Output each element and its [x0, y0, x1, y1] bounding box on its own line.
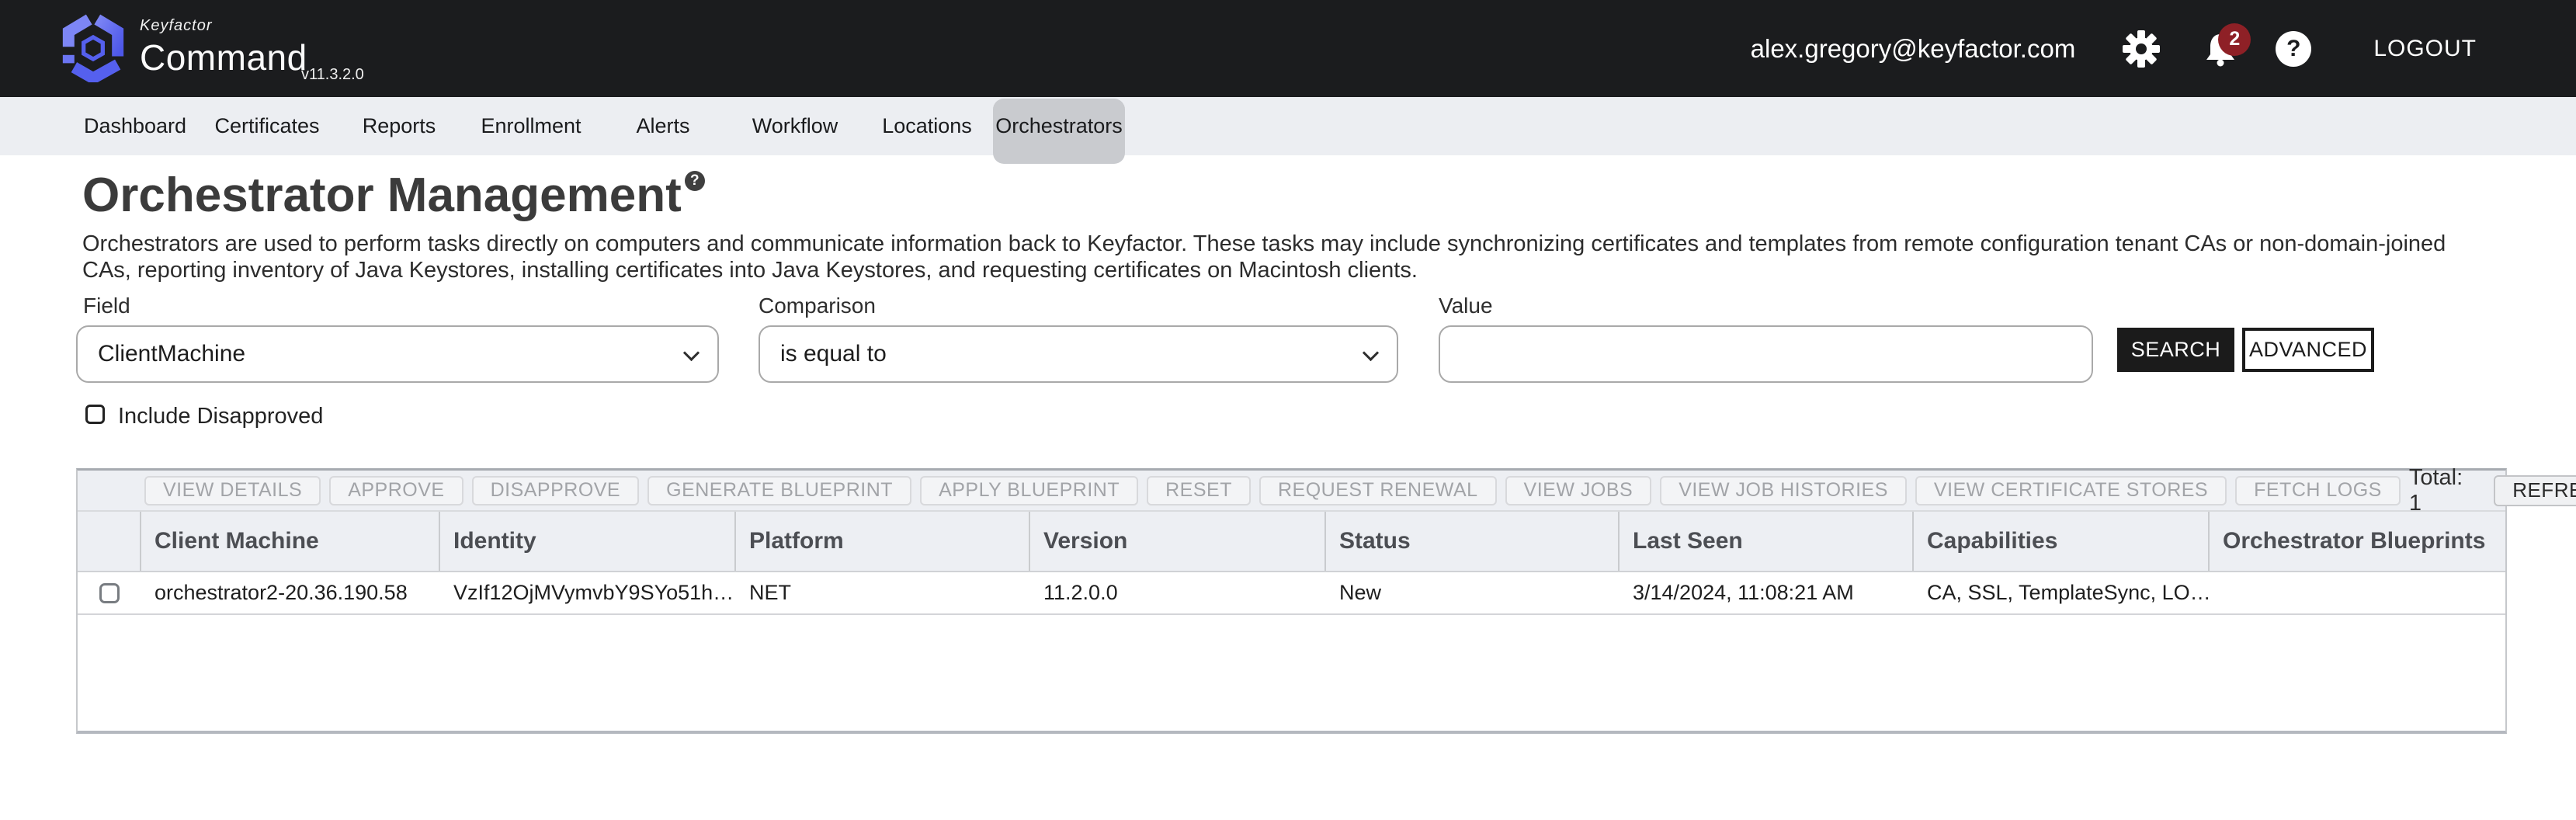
brand-block: Keyfactor Command	[140, 17, 307, 78]
cell-last-seen: 3/14/2024, 11:08:21 AM	[1620, 572, 1914, 613]
fetch-logs-button[interactable]: FETCH LOGS	[2235, 476, 2401, 506]
apply-blueprint-button[interactable]: APPLY BLUEPRINT	[920, 476, 1138, 506]
grid-toolbar-right: Total: 1 REFRESH	[2409, 465, 2576, 516]
column-header-version[interactable]: Version	[1030, 512, 1326, 571]
cell-platform: NET	[736, 572, 1030, 613]
field-label: Field	[83, 294, 130, 318]
grid-header-row: Client Machine Identity Platform Version…	[78, 512, 2505, 571]
tab-certificates[interactable]: Certificates	[201, 97, 333, 155]
column-header-platform[interactable]: Platform	[736, 512, 1030, 571]
row-checkbox-cell	[78, 572, 141, 613]
tab-alerts[interactable]: Alerts	[597, 97, 729, 155]
total-count-label: Total: 1	[2409, 465, 2463, 516]
disapprove-button[interactable]: DISAPPROVE	[472, 476, 640, 506]
column-header-status[interactable]: Status	[1326, 512, 1620, 571]
orchestrators-grid: VIEW DETAILS APPROVE DISAPPROVE GENERATE…	[76, 468, 2507, 734]
cell-capabilities: CA, SSL, TemplateSync, LO…	[1914, 572, 2210, 613]
main-navbar: Dashboard Certificates Reports Enrollmen…	[0, 97, 2576, 155]
tab-workflow[interactable]: Workflow	[729, 97, 861, 155]
value-input[interactable]	[1439, 325, 2093, 383]
include-disapproved-checkbox[interactable]	[85, 405, 105, 424]
settings-gear-icon[interactable]	[2122, 30, 2161, 68]
tab-locations[interactable]: Locations	[861, 97, 993, 155]
notifications-bell-icon[interactable]: 2	[2203, 31, 2238, 67]
brand-product: Command	[140, 36, 307, 78]
column-header-last-seen[interactable]: Last Seen	[1620, 512, 1914, 571]
cell-status: New	[1326, 572, 1620, 613]
page-title: Orchestrator Management?	[82, 168, 705, 223]
column-header-orchestrator-blueprints[interactable]: Orchestrator Blueprints	[2210, 512, 2505, 571]
keyfactor-logo-icon	[59, 14, 127, 82]
view-certificate-stores-button[interactable]: VIEW CERTIFICATE STORES	[1915, 476, 2227, 506]
column-header-client-machine[interactable]: Client Machine	[141, 512, 440, 571]
tab-dashboard[interactable]: Dashboard	[69, 97, 201, 155]
row-select-checkbox[interactable]	[99, 583, 120, 603]
generate-blueprint-button[interactable]: GENERATE BLUEPRINT	[647, 476, 911, 506]
page-description: Orchestrators are used to perform tasks …	[82, 231, 2449, 283]
advanced-button[interactable]: ADVANCED	[2242, 328, 2374, 372]
table-row[interactable]: orchestrator2-20.36.190.58 VzIf12OjMVymv…	[78, 571, 2505, 615]
column-header-identity[interactable]: Identity	[440, 512, 736, 571]
page-title-help-icon[interactable]: ?	[685, 171, 705, 191]
search-button[interactable]: SEARCH	[2117, 328, 2234, 372]
logout-button[interactable]: LOGOUT	[2373, 36, 2477, 62]
cell-identity: VzIf12OjMVymvbY9SYo51h…	[440, 572, 736, 613]
view-jobs-button[interactable]: VIEW JOBS	[1505, 476, 1652, 506]
reset-button[interactable]: RESET	[1147, 476, 1251, 506]
comparison-label: Comparison	[759, 294, 876, 318]
cell-orchestrator-blueprints	[2210, 572, 2505, 613]
header-right-cluster: alex.gregory@keyfactor.com	[1751, 0, 2576, 97]
column-header-capabilities[interactable]: Capabilities	[1914, 512, 2210, 571]
chevron-down-icon	[1363, 345, 1379, 361]
value-label: Value	[1439, 294, 1493, 318]
cell-client-machine: orchestrator2-20.36.190.58	[141, 572, 440, 613]
top-header-bar: Keyfactor Command v11.3.2.0 alex.gregory…	[0, 0, 2576, 97]
tab-reports[interactable]: Reports	[333, 97, 465, 155]
help-question-circle-icon[interactable]: ?	[2276, 31, 2311, 67]
user-email: alex.gregory@keyfactor.com	[1751, 34, 2076, 64]
notification-count-badge: 2	[2218, 23, 2251, 56]
grid-toolbar: VIEW DETAILS APPROVE DISAPPROVE GENERATE…	[78, 471, 2505, 512]
cell-version: 11.2.0.0	[1030, 572, 1326, 613]
view-details-button[interactable]: VIEW DETAILS	[144, 476, 321, 506]
comparison-select[interactable]: is equal to	[759, 325, 1398, 383]
tab-enrollment[interactable]: Enrollment	[465, 97, 597, 155]
select-all-column-header	[78, 512, 141, 571]
brand-name: Keyfactor	[140, 17, 307, 35]
request-renewal-button[interactable]: REQUEST RENEWAL	[1259, 476, 1497, 506]
refresh-button[interactable]: REFRESH	[2494, 475, 2576, 506]
include-disapproved-label: Include Disapproved	[118, 404, 323, 429]
field-select[interactable]: ClientMachine	[76, 325, 719, 383]
app-version: v11.3.2.0	[301, 66, 364, 84]
approve-button[interactable]: APPROVE	[329, 476, 463, 506]
view-job-histories-button[interactable]: VIEW JOB HISTORIES	[1660, 476, 1907, 506]
tab-orchestrators[interactable]: Orchestrators	[993, 97, 1125, 155]
chevron-down-icon	[683, 345, 700, 361]
